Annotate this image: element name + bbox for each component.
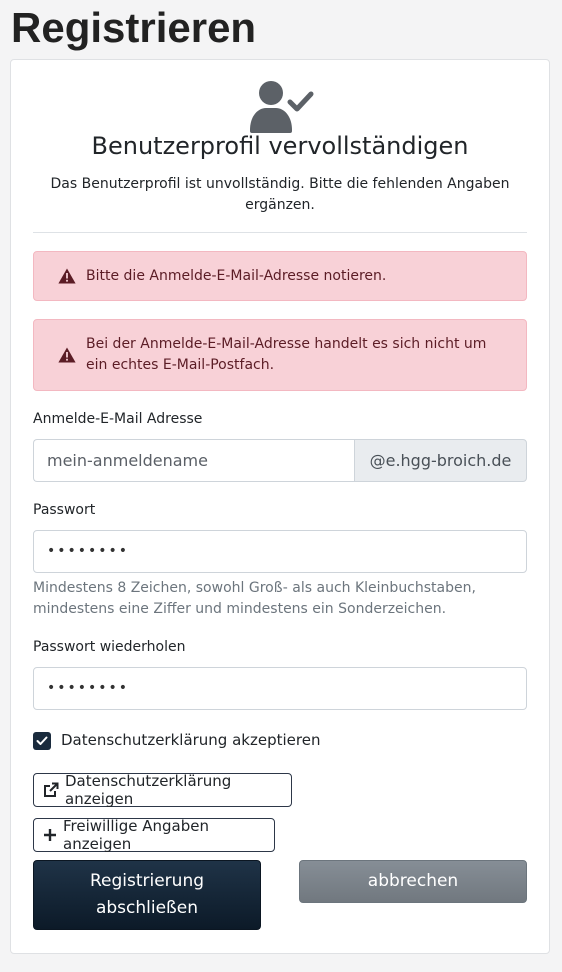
- show-privacy-label: Datenschutzerklärung anzeigen: [65, 772, 232, 808]
- checkmark-icon: [36, 736, 48, 745]
- password-input[interactable]: ••••••••: [33, 530, 527, 573]
- privacy-checkbox[interactable]: [33, 732, 51, 750]
- warning-triangle-icon: [58, 347, 78, 363]
- privacy-checkbox-label[interactable]: Datenschutzerklärung akzeptieren: [61, 731, 320, 749]
- alert-not-real-mailbox: Bei der Anmelde-E-Mail-Adresse handelt e…: [33, 319, 527, 391]
- password-label: Passwort: [33, 502, 96, 518]
- password-repeat-label: Passwort wiederholen: [33, 639, 186, 655]
- show-optional-label: Freiwillige Angaben anzeigen: [63, 817, 209, 853]
- cancel-button[interactable]: abbrechen: [299, 860, 527, 903]
- email-domain-addon: @e.hgg-broich.de: [354, 439, 527, 482]
- show-optional-button[interactable]: Freiwillige Angaben anzeigen: [33, 817, 275, 853]
- show-privacy-button[interactable]: Datenschutzerklärung anzeigen: [33, 772, 292, 808]
- password-repeat-input[interactable]: ••••••••: [33, 667, 527, 710]
- alert-note-email: Bitte die Anmelde-E-Mail-Adresse notiere…: [33, 251, 527, 301]
- login-email-input[interactable]: mein-anmeldename: [33, 439, 354, 482]
- external-link-icon: [43, 782, 59, 798]
- password-hint: Mindestens 8 Zeichen, sowohl Groß- als a…: [33, 580, 476, 617]
- plus-icon: [43, 828, 57, 842]
- warning-triangle-icon: [58, 268, 78, 284]
- user-check-icon: [250, 80, 314, 134]
- login-email-label: Anmelde-E-Mail Adresse: [33, 411, 203, 427]
- card-subtitle: Das Benutzerprofil ist unvollständig. Bi…: [50, 176, 510, 213]
- submit-button[interactable]: Registrierung abschließen: [33, 860, 261, 930]
- page-title: Registrieren: [11, 4, 257, 51]
- card-heading: Benutzerprofil vervollständigen: [91, 132, 469, 160]
- alert-text: Bitte die Anmelde-E-Mail-Adresse notiere…: [86, 267, 387, 284]
- registration-card: Benutzerprofil vervollständigen Das Benu…: [10, 59, 550, 954]
- login-email-group: mein-anmeldename @e.hgg-broich.de: [33, 439, 527, 482]
- divider: [33, 232, 527, 233]
- alert-text: Bei der Anmelde-E-Mail-Adresse handelt e…: [86, 336, 487, 373]
